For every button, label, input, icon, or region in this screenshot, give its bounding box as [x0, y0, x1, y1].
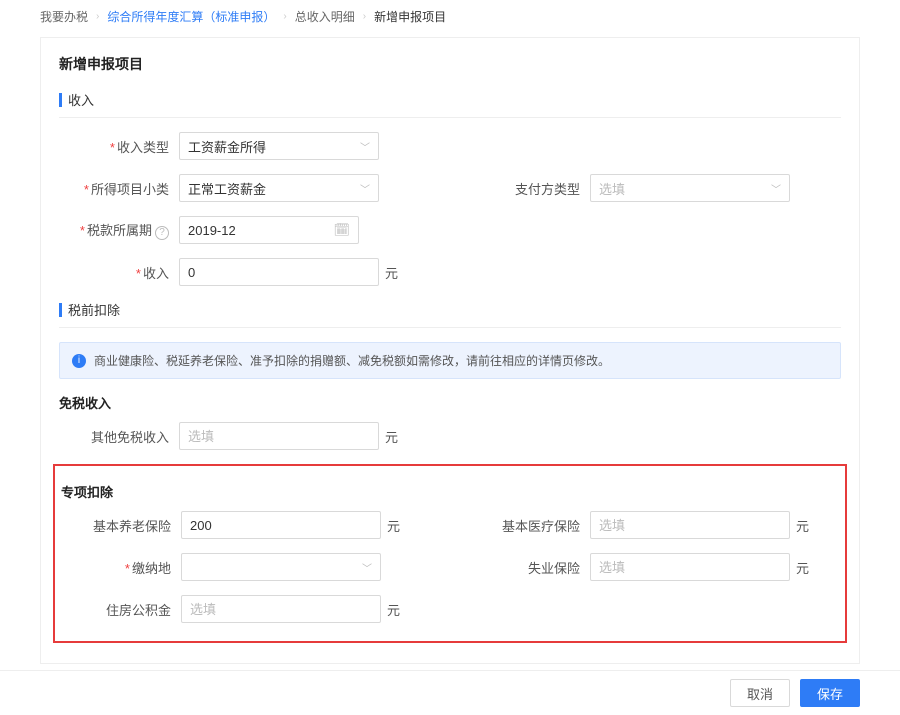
unit-yuan: 元	[387, 600, 400, 619]
input-unemployment-wrap	[590, 553, 790, 581]
input-housing-fund[interactable]	[190, 602, 372, 617]
label-income-sub: *所得项目小类	[59, 179, 179, 198]
form-panel: 新增申报项目 收入 *收入类型 工资薪金所得 ﹀	[40, 37, 860, 664]
label-tax-period: *税款所属期?	[59, 220, 179, 240]
select-payer-type-value: 选填	[599, 179, 625, 198]
unit-yuan: 元	[385, 427, 398, 446]
subheading-tax-free: 免税收入	[59, 393, 841, 412]
breadcrumb: 我要办税 › 综合所得年度汇算（标准申报） › 总收入明细 › 新增申报项目	[0, 0, 900, 33]
input-medical-wrap	[590, 511, 790, 539]
unit-yuan: 元	[796, 558, 809, 577]
footer-actions: 取消 保存	[0, 670, 900, 715]
select-income-sub-value: 正常工资薪金	[188, 179, 266, 198]
select-payer-type[interactable]: 选填 ﹀	[590, 174, 790, 202]
special-deduction-box: 专项扣除 基本养老保险 元 基本医疗保险	[53, 464, 847, 643]
label-unemployment: 失业保险	[470, 558, 590, 577]
select-income-type-value: 工资薪金所得	[188, 137, 266, 156]
label-income: *收入	[59, 263, 179, 282]
breadcrumb-item-1[interactable]: 我要办税	[40, 8, 88, 25]
chevron-down-icon: ﹀	[360, 181, 370, 196]
breadcrumb-item-3[interactable]: 总收入明细	[295, 8, 355, 25]
select-pay-place[interactable]: ﹀	[181, 553, 381, 581]
help-icon[interactable]: ?	[155, 226, 169, 240]
chevron-down-icon: ﹀	[360, 139, 370, 154]
input-other-tax-free-wrap	[179, 422, 379, 450]
select-income-sub[interactable]: 正常工资薪金 ﹀	[179, 174, 379, 202]
label-other-tax-free: 其他免税收入	[59, 427, 179, 446]
chevron-down-icon: ﹀	[771, 181, 781, 196]
input-unemployment[interactable]	[599, 560, 781, 575]
breadcrumb-item-4: 新增申报项目	[374, 8, 446, 25]
info-alert-text: 商业健康险、税延养老保险、准予扣除的捐赠额、减免税额如需修改，请前往相应的详情页…	[94, 352, 610, 369]
unit-yuan: 元	[385, 263, 398, 282]
save-button[interactable]: 保存	[800, 679, 860, 707]
label-pension: 基本养老保险	[61, 516, 181, 535]
cancel-button[interactable]: 取消	[730, 679, 790, 707]
chevron-right-icon: ›	[96, 11, 99, 22]
chevron-right-icon: ›	[363, 11, 366, 22]
input-pension[interactable]	[190, 518, 372, 533]
subheading-special-deduction: 专项扣除	[61, 482, 839, 501]
label-medical: 基本医疗保险	[470, 516, 590, 535]
input-other-tax-free[interactable]	[188, 429, 370, 444]
chevron-down-icon: ﹀	[362, 560, 372, 575]
input-medical[interactable]	[599, 518, 781, 533]
date-tax-period-value: 2019-12	[188, 223, 236, 238]
info-icon: i	[72, 354, 86, 368]
section-bar-icon	[59, 303, 62, 317]
label-payer-type: 支付方类型	[470, 179, 590, 198]
unit-yuan: 元	[796, 516, 809, 535]
breadcrumb-item-2[interactable]: 综合所得年度汇算（标准申报）	[107, 8, 275, 25]
section-income-header: 收入	[59, 90, 841, 118]
label-income-type: *收入类型	[59, 137, 179, 156]
chevron-right-icon: ›	[283, 11, 286, 22]
unit-yuan: 元	[387, 516, 400, 535]
section-income-title: 收入	[68, 90, 94, 109]
input-housing-fund-wrap	[181, 595, 381, 623]
label-housing-fund: 住房公积金	[61, 600, 181, 619]
info-alert: i 商业健康险、税延养老保险、准予扣除的捐赠额、减免税额如需修改，请前往相应的详…	[59, 342, 841, 379]
select-income-type[interactable]: 工资薪金所得 ﹀	[179, 132, 379, 160]
date-tax-period[interactable]: 2019-12 🗓	[179, 216, 359, 244]
label-pay-place: *缴纳地	[61, 558, 181, 577]
page-title: 新增申报项目	[59, 54, 841, 74]
input-pension-wrap	[181, 511, 381, 539]
input-income-wrap	[179, 258, 379, 286]
section-bar-icon	[59, 93, 62, 107]
calendar-icon: 🗓	[333, 222, 350, 238]
section-deduction-title: 税前扣除	[68, 300, 120, 319]
section-deduction-header: 税前扣除	[59, 300, 841, 328]
input-income[interactable]	[188, 265, 370, 280]
